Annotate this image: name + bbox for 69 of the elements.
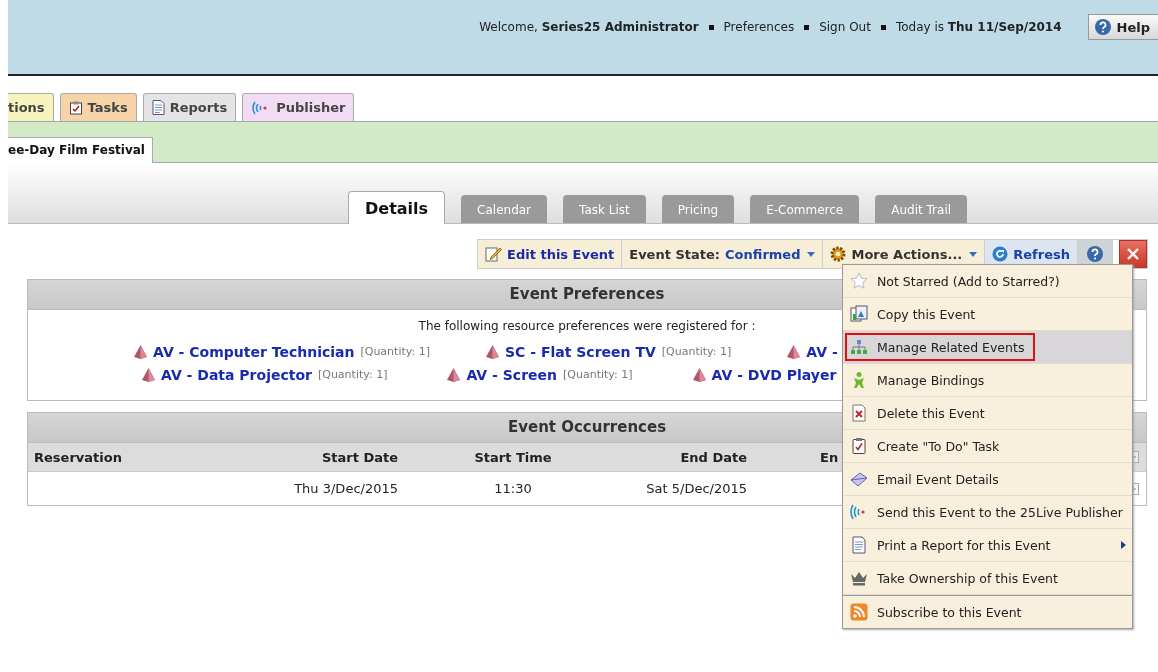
detail-tab[interactable]: Details (348, 191, 446, 224)
separator-icon (880, 24, 886, 30)
menu-item[interactable]: Manage Bindings (843, 364, 1132, 397)
header-link[interactable]: Preferences (723, 20, 795, 34)
menu-item[interactable]: Take Ownership of this Event (843, 562, 1132, 595)
submenu-arrow-icon (1121, 541, 1126, 549)
resource-link[interactable]: AV - Data Projector (161, 366, 312, 383)
copy-icon (850, 305, 868, 323)
separator-icon (708, 24, 714, 30)
nav-tab[interactable]: Reports (142, 93, 237, 121)
header-link[interactable]: Sign Out (819, 20, 871, 34)
table-cell-text: 11:30 (493, 481, 533, 496)
document-icon (850, 536, 868, 554)
edit-icon (485, 246, 503, 262)
delete-icon (850, 404, 868, 422)
resource-icon (447, 367, 461, 382)
rss-icon (850, 603, 868, 621)
help-button[interactable]: Help (1087, 14, 1158, 40)
menu-item[interactable]: Email Event Details (843, 463, 1132, 496)
resource-link[interactable]: AV - Screen (466, 366, 557, 383)
table-cell-text: Thu 3/Dec/2015 (293, 481, 399, 496)
menu-item[interactable]: Print a Report for this Event (843, 529, 1132, 562)
menu-item[interactable]: Subscribe to this Event (843, 595, 1132, 628)
resource-link[interactable]: SC - Flat Screen TV (505, 343, 656, 360)
resource-link[interactable]: AV - DVD Player (711, 366, 837, 383)
quantity-text: [Quantity: 1] (563, 368, 633, 381)
welcome-text: Welcome, Series25 Administrator (479, 20, 699, 34)
today-text: Today is Thu 11/Sep/2014 (895, 20, 1062, 34)
clipboard-icon (68, 100, 83, 115)
envelope-icon (850, 470, 868, 488)
quantity-text: [Quantity: 1] (360, 345, 430, 358)
resource-icon (142, 367, 155, 382)
close-icon[interactable] (1119, 240, 1147, 268)
column-header: End Date (679, 449, 748, 465)
quantity-text: [Quantity: 1] (317, 368, 388, 381)
intro-text: The following resource preferences were registered for : (417, 319, 757, 333)
column-header: Start Time (473, 449, 553, 465)
separator-icon (804, 24, 810, 30)
menu-item[interactable]: Create "To Do" Task (843, 430, 1132, 463)
help-icon (1093, 18, 1112, 36)
gear-icon (830, 246, 847, 262)
event-state-dropdown[interactable]: Event State: Confirmed (622, 240, 824, 268)
event-tab[interactable]: ee-Day Film Festival (8, 137, 153, 163)
resource-link[interactable]: AV - (806, 343, 838, 360)
resource-icon (787, 344, 801, 359)
menu-item[interactable]: Send this Event to the 25Live Publisher (843, 496, 1132, 529)
resource-link[interactable]: AV - Computer Technician (153, 343, 355, 360)
nav-tab[interactable]: tions (8, 93, 54, 121)
caret-icon (969, 251, 978, 257)
column-header: Reservation (34, 449, 123, 465)
clipboard-icon (850, 437, 868, 455)
column-header: En (819, 449, 840, 465)
refresh-icon (992, 246, 1009, 262)
column-header: Start Date (320, 449, 399, 465)
hierarchy-icon (850, 338, 868, 356)
caret-icon (807, 251, 816, 257)
menu-item[interactable]: Delete this Event (843, 397, 1132, 430)
menu-item[interactable]: Not Starred (Add to Starred?) (843, 265, 1132, 298)
document-icon (151, 100, 165, 115)
menu-item[interactable]: Manage Related Events (843, 331, 1132, 364)
quantity-text: [Quantity: 1] (661, 345, 732, 358)
edit-event-button[interactable]: Edit this Event (478, 240, 623, 268)
nav-tab[interactable]: Publisher (242, 93, 355, 121)
resource-icon (486, 344, 499, 359)
resource-icon (692, 367, 706, 382)
table-cell-text: Sat 5/Dec/2015 (645, 481, 748, 496)
star-icon (850, 272, 868, 290)
nav-tab[interactable]: Tasks (59, 93, 137, 121)
resource-icon (134, 344, 147, 359)
